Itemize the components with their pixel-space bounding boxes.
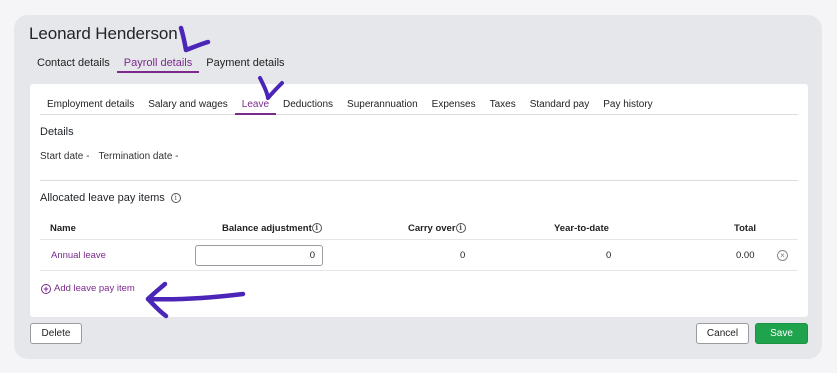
subtab-pay-history[interactable]: Pay history [596, 96, 659, 115]
cancel-button[interactable]: Cancel [696, 323, 749, 344]
leave-items-heading: Allocated leave pay items i [40, 192, 181, 204]
add-leave-pay-item-label: Add leave pay item [54, 283, 135, 294]
info-icon[interactable]: i [311, 223, 322, 234]
termination-date-label: Termination date - [98, 151, 179, 162]
top-tab-bar: Contact details Payroll details Payment … [30, 53, 292, 73]
sub-tab-bar: Employment details Salary and wages Leav… [40, 96, 798, 115]
subtab-standard-pay[interactable]: Standard pay [523, 96, 597, 115]
plus-circle-icon: + [41, 283, 51, 294]
subtab-deductions[interactable]: Deductions [276, 96, 340, 115]
page-title: Leonard Henderson [29, 24, 178, 43]
tab-payroll-details[interactable]: Payroll details [116, 53, 200, 73]
subtab-superannuation[interactable]: Superannuation [340, 96, 425, 115]
carry-over-label: Carry over [408, 223, 456, 234]
subtab-taxes[interactable]: Taxes [483, 96, 523, 115]
payroll-panel: Employment details Salary and wages Leav… [30, 84, 808, 317]
column-header-year-to-date: Year-to-date [554, 223, 609, 234]
tab-contact-details[interactable]: Contact details [30, 53, 117, 73]
column-header-balance-adjustment: Balance adjustment i [222, 223, 322, 234]
remove-circle-icon[interactable]: × [777, 250, 788, 261]
save-button[interactable]: Save [755, 323, 808, 344]
tab-payment-details[interactable]: Payment details [199, 53, 291, 73]
carry-over-value: 0 [460, 250, 466, 261]
subtab-expenses[interactable]: Expenses [425, 96, 483, 115]
balance-adjustment-input[interactable] [195, 245, 323, 266]
leave-item-name-link[interactable]: Annual leave [51, 250, 106, 261]
table-header-divider [40, 239, 798, 240]
column-header-total: Total [734, 223, 756, 234]
delete-button[interactable]: Delete [30, 323, 82, 344]
info-icon[interactable]: i [170, 193, 181, 204]
leave-items-heading-label: Allocated leave pay items [40, 192, 165, 204]
total-value: 0.00 [736, 250, 755, 261]
subtab-employment-details[interactable]: Employment details [40, 96, 141, 115]
subtab-leave[interactable]: Leave [234, 96, 277, 115]
column-header-name: Name [50, 223, 76, 234]
info-icon[interactable]: i [455, 223, 466, 234]
employment-dates: Start date - Termination date - [40, 151, 179, 162]
column-header-carry-over: Carry over i [408, 223, 466, 234]
add-leave-pay-item-link[interactable]: + Add leave pay item [41, 283, 135, 294]
table-row-divider [40, 270, 798, 271]
section-divider [40, 180, 798, 181]
year-to-date-value: 0 [606, 250, 612, 261]
start-date-label: Start date - [40, 151, 90, 162]
details-heading: Details [40, 126, 74, 138]
balance-adjustment-label: Balance adjustment [222, 223, 312, 234]
subtab-salary-and-wages[interactable]: Salary and wages [141, 96, 235, 115]
